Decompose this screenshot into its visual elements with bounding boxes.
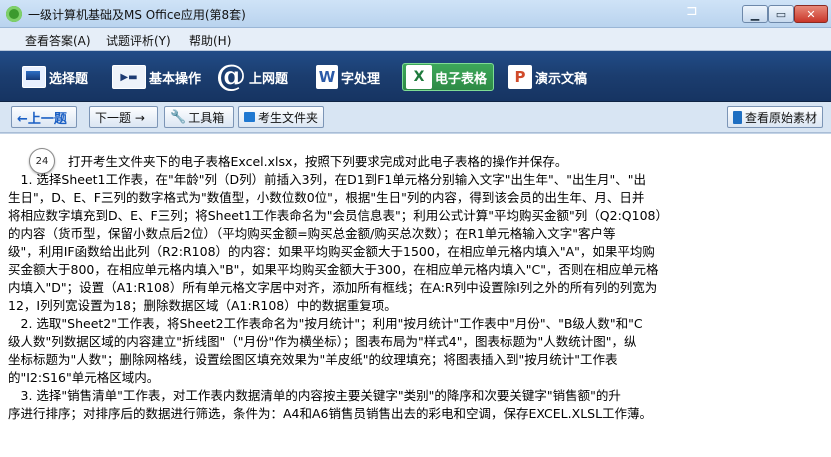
choice-icon [22,66,46,88]
tab-word-label: 字处理 [341,71,381,87]
tab-excel[interactable]: X 电子表格 [402,63,495,91]
menu-bar: 查看答案(A) 试题评析(Y) 帮助(H) [0,28,831,51]
folder-label: 考生文件夹 [257,110,318,125]
document-icon [733,110,742,124]
view-original-label: 查看原始素材 [744,110,817,125]
question-line: 2. 选取"Sheet2"工作表，将Sheet2工作表命名为"按月统计"；利用"… [8,316,643,331]
tab-ppt-label: 演示文稿 [535,71,588,87]
tab-word[interactable]: W 字处理 [316,63,380,91]
tab-internet[interactable]: @ 上网题 [216,59,289,94]
basic-ops-icon: ▶▬ [112,65,146,89]
toolbox-button[interactable]: 🔧 工具箱 [164,106,234,128]
tab-ppt[interactable]: P 演示文稿 [508,63,587,91]
folder-icon [244,112,255,122]
prev-label: ←上一题 [17,111,67,127]
tab-choice-label: 选择题 [49,71,89,87]
close-button[interactable]: ✕ [794,5,828,23]
next-label: 下一题 → [95,110,145,125]
question-line: 12，I列列宽设置为18；删除数据区域（A1:R108）中的数据重复项。 [8,298,397,313]
tab-basic-ops[interactable]: ▶▬ 基本操作 [112,63,201,91]
menu-help[interactable]: 帮助(H) [189,32,231,49]
internet-icon: @ [216,59,246,94]
title-bar: 一级计算机基础及MS Office应用(第8套) ⊐ ▁ ▭ ✕ [0,0,831,28]
question-line: 级"，利用IF函数给出此列（R2:R108）的内容：如果平均购买金额大于1500… [8,244,655,259]
menu-view-answer[interactable]: 查看答案(A) [25,32,91,49]
excel-icon: X [406,65,432,89]
ppt-icon: P [508,65,532,89]
question-line: 买金额大于800，在相应单元格内填入"B"，如果平均购买金额大于300，在相应单… [8,262,659,277]
candidate-folder-button[interactable]: 考生文件夹 [238,106,324,128]
question-line: 生日"，D、E、F三列的数字格式为"数值型，小数位数0位"，根据"生日"列的内容… [8,190,645,205]
view-original-button[interactable]: 查看原始素材 [727,106,823,128]
tab-internet-label: 上网题 [249,71,289,87]
prev-question-button[interactable]: ←上一题 [11,106,77,128]
question-content: 24 打开考生文件夹下的电子表格Excel.xlsx，按照下列要求完成对此电子表… [0,133,831,457]
question-line: 打开考生文件夹下的电子表格Excel.xlsx，按照下列要求完成对此电子表格的操… [68,154,568,169]
menu-analysis[interactable]: 试题评析(Y) [106,32,171,49]
question-line: 级人数"列数据区域的内容建立"折线图"（"月份"作为横坐标）；图表布局为"样式4… [8,334,637,349]
toolbox-label: 工具箱 [188,110,225,125]
tab-basic-ops-label: 基本操作 [149,71,202,87]
window-title: 一级计算机基础及MS Office应用(第8套) [28,8,246,22]
tab-excel-label: 电子表格 [435,71,488,87]
question-line: 序进行排序；对排序后的数据进行筛选，条件为：A4和A6销售员销售出去的彩电和空调… [8,406,653,421]
next-question-button[interactable]: 下一题 → [89,106,158,128]
pin-icon[interactable]: ⊐ [686,3,698,19]
question-line: 的"I2:S16"单元格区域内。 [8,370,160,385]
wrench-icon: 🔧 [170,109,187,125]
navigation-toolbar: ←上一题 下一题 → 🔧 工具箱 考生文件夹 查看原始素材 [0,102,831,133]
question-line: 内填入"D"；设置（A1:R108）所有单元格文字居中对齐，添加所有框线；在A:… [8,280,658,295]
tab-choice[interactable]: 选择题 [22,63,88,91]
question-line: 坐标标题为"人数"；删除网格线，设置绘图区填充效果为"羊皮纸"的纹理填充；将图表… [8,352,618,367]
minimize-button[interactable]: ▁ [742,5,768,23]
maximize-button[interactable]: ▭ [768,5,794,23]
word-icon: W [316,65,338,89]
question-line: 将相应数字填充到D、E、F三列；将Sheet1工作表命名为"会员信息表"；利用公… [8,208,669,223]
question-line: 1. 选择Sheet1工作表，在"年龄"列（D列）前插入3列，在D1到F1单元格… [8,172,647,187]
app-logo-icon [6,6,22,22]
question-type-toolbar: 选择题 ▶▬ 基本操作 @ 上网题 W 字处理 X 电子表格 P 演示文稿 [0,51,831,102]
question-line: 的内容（货币型，保留小数点后2位）（平均购买金额=购买总金额/购买总次数）；在R… [8,226,616,241]
question-line: 3. 选择"销售清单"工作表，对工作表内数据清单的内容按主要关键字"类别"的降序… [8,388,621,403]
